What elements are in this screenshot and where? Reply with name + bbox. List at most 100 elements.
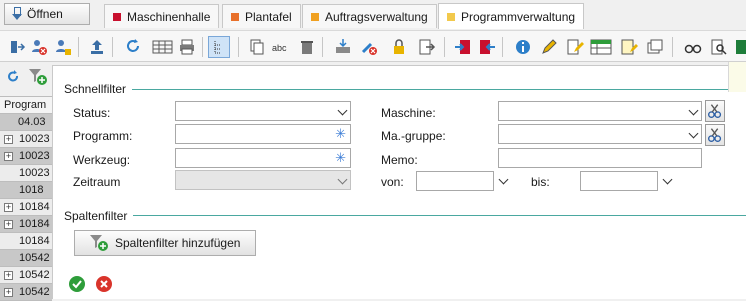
scissors-icon [708,104,722,118]
table-row[interactable]: +10184 [0,199,52,216]
machine-select[interactable] [498,101,702,121]
table-row[interactable]: 1018 [0,182,52,199]
to-date-input[interactable] [580,171,658,191]
open-button[interactable]: Öffnen [4,3,90,25]
user-lock-icon[interactable] [54,38,72,56]
filter-add-icon [90,235,108,251]
add-column-filter-label: Spaltenfilter hinzufügen [115,236,241,250]
table-icon[interactable] [590,38,612,56]
expand-icon[interactable]: + [4,202,13,212]
row-value: 10184 [19,201,50,213]
toolbar-separator [202,37,203,57]
table-row[interactable]: 04.03 [0,114,52,131]
chevron-down-icon[interactable] [662,174,673,185]
expand-icon[interactable]: + [4,151,13,161]
row-value: 10023 [19,133,50,145]
table-row[interactable]: +10542 [0,284,52,301]
move-out-icon[interactable] [478,38,496,56]
wildcard-icon[interactable]: ✳ [335,151,346,165]
upload-icon[interactable] [88,38,106,56]
table-row[interactable]: +10542 [0,267,52,284]
table-row[interactable]: 10023 [0,165,52,182]
export-icon[interactable] [418,38,436,56]
chevron-down-icon [688,105,699,116]
clear-machine-button[interactable] [705,100,725,122]
row-value: 10184 [19,235,50,247]
toolbar-separator [444,37,445,57]
period-label: Zeitraum [73,175,121,189]
print-icon[interactable] [178,38,196,56]
quick-filter-title: Schnellfilter [64,82,127,96]
svg-text:abc: abc [272,43,287,53]
program-input[interactable]: ✳ [175,124,351,144]
scissors-icon [708,128,722,142]
tool-input[interactable]: ✳ [175,148,351,168]
toolbar-separator [322,37,323,57]
grid-icon[interactable] [150,38,174,56]
copy-icon[interactable] [248,38,266,56]
row-value: 10542 [19,286,50,298]
notes-icon[interactable] [620,38,638,56]
status-label: Status: [73,106,111,120]
edit-icon[interactable] [540,38,558,56]
tab-auftragsverwaltung[interactable]: Auftragsverwaltung [302,4,437,28]
move-in-icon[interactable] [454,38,472,56]
chevron-down-icon[interactable] [498,174,509,185]
tab-plantafel[interactable]: Plantafel [222,4,301,28]
doc-edit-icon[interactable] [566,38,584,56]
expand-icon[interactable]: + [4,287,13,297]
tree-view-icon[interactable] [208,36,230,58]
period-select[interactable] [175,170,351,190]
machine-group-label: Ma.-gruppe: [381,129,446,143]
filter-add-icon[interactable] [28,68,48,86]
expand-icon[interactable]: + [4,219,13,229]
machine-transfer-icon[interactable] [334,38,352,56]
user-remove-icon[interactable] [30,38,48,56]
table-row[interactable]: 10184 [0,233,52,250]
refresh-icon[interactable] [124,38,142,56]
expand-icon[interactable]: + [4,134,13,144]
add-column-filter-button[interactable]: Spaltenfilter hinzufügen [74,230,256,256]
expand-icon[interactable]: + [4,270,13,280]
open-button-label: Öffnen [27,7,63,21]
row-value: 10023 [19,167,50,179]
column-filter-title: Spaltenfilter [64,209,128,223]
tab-programmverwaltung[interactable]: Programmverwaltung [438,3,585,29]
info-icon[interactable] [514,38,532,56]
table-row[interactable]: +10023 [0,131,52,148]
lock-icon[interactable] [390,38,408,56]
delete-icon[interactable] [298,38,316,56]
rename-icon[interactable]: abc [272,38,292,56]
import-icon[interactable] [8,38,26,56]
row-value: 10184 [19,218,50,230]
table-row[interactable]: +10184 [0,216,52,233]
tool-label: Werkzeug: [73,153,131,167]
search-doc-icon[interactable] [710,38,728,56]
memo-input[interactable] [498,148,702,168]
clear-machine-group-button[interactable] [705,124,725,146]
table-row[interactable]: +10023 [0,148,52,165]
checkmark-icon [72,280,82,289]
view-icon[interactable] [684,38,702,56]
program-grid: Program 04.03 +10023 +10023 10023 1018 +… [0,62,52,301]
tab-color-marker [311,12,319,21]
toolbar: abc [0,30,746,62]
chevron-down-icon [688,128,699,139]
excel-icon[interactable] [736,38,746,56]
apply-filter-button[interactable] [69,276,85,292]
table-row[interactable]: 10542 [0,250,52,267]
refresh-icon[interactable] [6,70,20,84]
from-date-input[interactable] [416,171,494,191]
tab-label: Auftragsverwaltung [325,9,428,24]
duplicate-icon[interactable] [646,38,664,56]
status-select[interactable] [175,101,351,121]
from-label: von: [381,175,404,189]
grid-column-header[interactable]: Program [0,96,52,114]
wildcard-icon[interactable]: ✳ [335,127,346,141]
machine-group-select[interactable] [498,124,702,144]
tab-strip: Öffnen Maschinenhalle Plantafel Auftrags… [0,0,746,30]
cancel-filter-button[interactable] [96,276,112,292]
tab-maschinenhalle[interactable]: Maschinenhalle [104,4,220,28]
tab-color-marker [113,12,121,21]
settings-remove-icon[interactable] [360,38,378,56]
